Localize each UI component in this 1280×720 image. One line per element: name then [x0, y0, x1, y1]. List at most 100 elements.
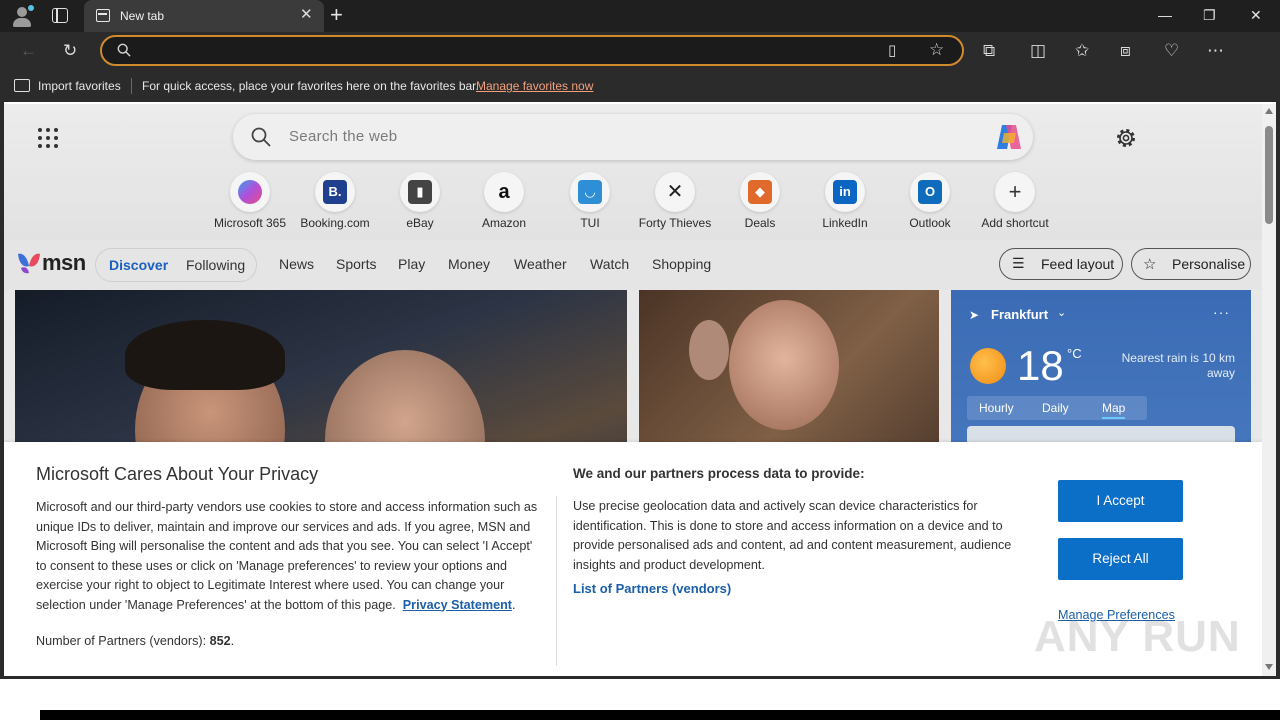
- msn-butterfly-icon: [18, 253, 40, 274]
- nav-news[interactable]: News: [279, 256, 314, 272]
- consent-title: Microsoft Cares About Your Privacy: [36, 464, 319, 484]
- shortcut-label: Outlook: [909, 216, 951, 230]
- shortcut-glyph: ▮: [408, 180, 432, 204]
- weather-city[interactable]: Frankfurt: [991, 307, 1048, 322]
- nav-watch[interactable]: Watch: [590, 256, 629, 272]
- nav-play[interactable]: Play: [398, 256, 425, 272]
- search-icon: [117, 43, 131, 57]
- more-menu-icon[interactable]: ⋯: [1207, 40, 1224, 62]
- shortcut-deals[interactable]: ◆ Deals: [718, 172, 802, 230]
- window-frame-right: [1276, 102, 1280, 678]
- web-search-box[interactable]: Search the web: [233, 114, 1033, 160]
- restore-button[interactable]: ❐: [1203, 6, 1216, 24]
- shortcut-glyph: ◆: [748, 180, 772, 204]
- page-scrollbar[interactable]: [1262, 104, 1276, 676]
- scroll-down-icon[interactable]: [1265, 664, 1273, 670]
- chevron-down-icon[interactable]: ⌄: [1057, 306, 1066, 319]
- shortcut-icon: ✕: [655, 172, 695, 212]
- shortcut-glyph: [238, 180, 262, 204]
- weather-unit[interactable]: °C: [1067, 346, 1082, 361]
- shortcut-icon: in: [825, 172, 865, 212]
- new-tab-button[interactable]: +: [330, 3, 343, 27]
- split-screen-icon[interactable]: ◫: [1030, 40, 1046, 62]
- immersive-reader-icon[interactable]: ▯: [888, 40, 896, 62]
- navigation-toolbar: ← ↻ ▯ ☆ ⧉ ◫ ✩ ⧈ ♡ ⋯: [0, 32, 1280, 94]
- refresh-icon[interactable]: ↻: [63, 40, 77, 62]
- shortcut-linkedin[interactable]: in LinkedIn: [803, 172, 887, 230]
- weather-temperature: 18: [1017, 342, 1064, 389]
- close-window-button[interactable]: ✕: [1250, 6, 1262, 24]
- window-frame-bottom: [0, 676, 1280, 679]
- reject-all-button[interactable]: Reject All: [1058, 538, 1183, 580]
- title-bar: New tab ✕ + — ❐ ✕: [0, 0, 1280, 32]
- favorites-icon[interactable]: ✩: [1075, 40, 1089, 62]
- shortcut-label: Booking.com: [300, 216, 370, 230]
- nav-sports[interactable]: Sports: [336, 256, 376, 272]
- extensions-icon[interactable]: ⧉: [983, 40, 995, 62]
- consent-body-text: Microsoft and our third-party vendors us…: [36, 500, 538, 612]
- personalise-button[interactable]: ☆ Personalise: [1131, 248, 1251, 280]
- tab-title: New tab: [120, 9, 165, 23]
- shortcut-label: Microsoft 365: [213, 216, 287, 230]
- feed-layout-button[interactable]: ☰ Feed layout: [999, 248, 1123, 280]
- apps-launcher-icon[interactable]: [38, 128, 58, 148]
- location-arrow-icon: ➤: [969, 308, 980, 322]
- partners-count: 852: [209, 634, 231, 648]
- minimize-button[interactable]: —: [1158, 6, 1172, 24]
- shortcut-tui[interactable]: ◡ TUI: [548, 172, 632, 230]
- card-person-face: [729, 300, 839, 430]
- nav-money[interactable]: Money: [448, 256, 490, 272]
- weather-tab-daily[interactable]: Daily: [1042, 401, 1069, 415]
- msn-logo[interactable]: msn: [16, 248, 86, 276]
- shortcut-add-shortcut[interactable]: + Add shortcut: [973, 172, 1057, 230]
- shortcut-booking-com[interactable]: B. Booking.com: [293, 172, 377, 230]
- shortcut-icon: ▮: [400, 172, 440, 212]
- tab-new-tab[interactable]: New tab ✕: [84, 0, 324, 32]
- weather-tab-map[interactable]: Map: [1102, 401, 1126, 419]
- shortcut-amazon[interactable]: a Amazon: [462, 172, 546, 230]
- favorites-bar-message: For quick access, place your favorites h…: [142, 79, 479, 93]
- consent-purposes-title: We and our partners process data to prov…: [573, 466, 865, 481]
- tab-discover[interactable]: Discover: [109, 257, 168, 273]
- list-of-partners-link[interactable]: List of Partners (vendors): [573, 581, 731, 596]
- browser-essentials-icon[interactable]: ♡: [1164, 40, 1179, 62]
- back-arrow-icon[interactable]: ←: [20, 40, 37, 62]
- new-tab-favicon-icon: [96, 9, 110, 22]
- address-bar[interactable]: ▯ ☆: [100, 35, 964, 66]
- manage-favorites-link[interactable]: Manage favorites now: [476, 79, 593, 93]
- shortcut-icon: B.: [315, 172, 355, 212]
- sliders-icon: ☰: [1012, 255, 1025, 271]
- privacy-statement-link[interactable]: Privacy Statement: [403, 598, 512, 612]
- accept-button[interactable]: I Accept: [1058, 480, 1183, 522]
- shortcut-ebay[interactable]: ▮ eBay: [378, 172, 462, 230]
- shortcut-forty-thieves[interactable]: ✕ Forty Thieves: [633, 172, 717, 230]
- shortcut-icon: ◡: [570, 172, 610, 212]
- shortcut-glyph: +: [1008, 179, 1022, 204]
- copilot-icon[interactable]: [993, 121, 1025, 153]
- scroll-up-icon[interactable]: [1265, 108, 1273, 114]
- card-background-person: [689, 320, 729, 380]
- tab-following[interactable]: Following: [186, 257, 245, 273]
- profile-icon[interactable]: [8, 4, 36, 28]
- import-favorites-button[interactable]: Import favorites: [38, 79, 121, 93]
- tab-actions-icon[interactable]: [52, 8, 68, 23]
- msn-logo-text: msn: [42, 250, 86, 275]
- scroll-thumb[interactable]: [1265, 126, 1273, 224]
- sparkle-star-icon: ☆: [1143, 256, 1157, 273]
- search-icon: [251, 127, 271, 147]
- shortcut-outlook[interactable]: O Outlook: [888, 172, 972, 230]
- favorite-star-icon[interactable]: ☆: [929, 39, 944, 61]
- shortcut-icon: a: [484, 172, 524, 212]
- weather-more-icon[interactable]: ···: [1213, 304, 1230, 320]
- weather-tab-hourly[interactable]: Hourly: [979, 401, 1014, 415]
- settings-gear-icon[interactable]: [1114, 126, 1138, 150]
- tab-close-button[interactable]: ✕: [300, 6, 313, 24]
- collections-icon[interactable]: ⧈: [1120, 40, 1131, 62]
- nav-weather[interactable]: Weather: [514, 256, 567, 272]
- nav-shopping[interactable]: Shopping: [652, 256, 711, 272]
- partners-count-line: Number of Partners (vendors): 852.: [36, 634, 235, 648]
- partners-label: Number of Partners (vendors):: [36, 634, 207, 648]
- shortcut-icon: O: [910, 172, 950, 212]
- shortcut-microsoft-365[interactable]: Microsoft 365: [208, 172, 292, 230]
- msn-nav-bar: msn Discover Following News Sports Play …: [4, 240, 1262, 290]
